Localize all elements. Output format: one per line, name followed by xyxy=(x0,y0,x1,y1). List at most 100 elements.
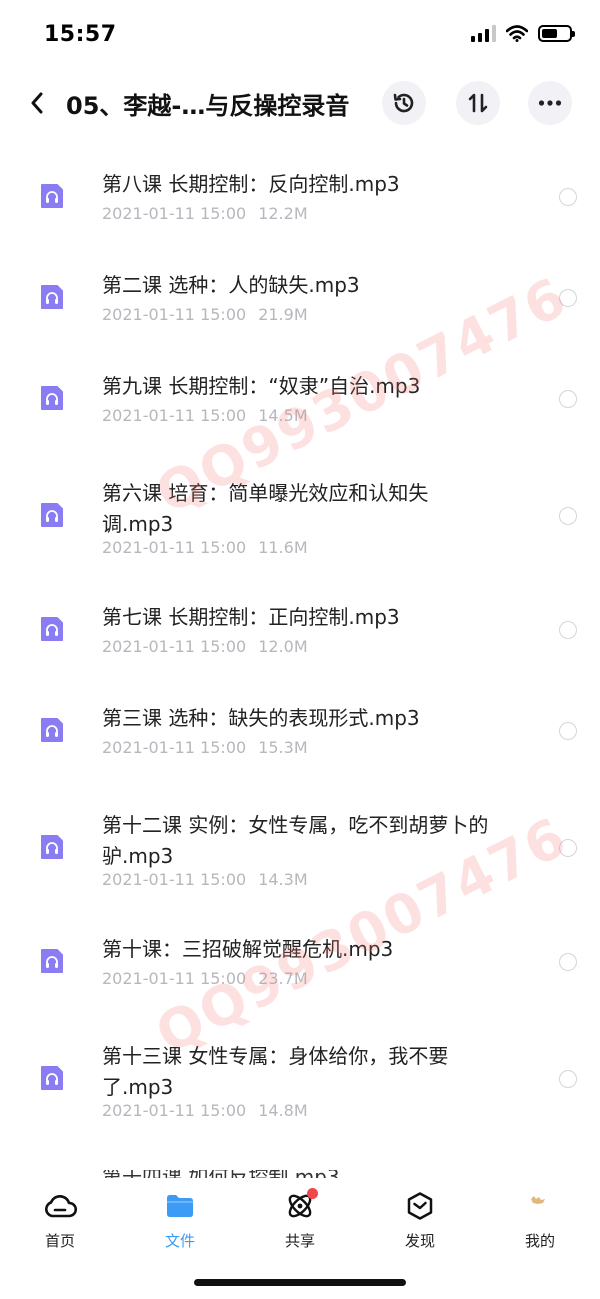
more-icon xyxy=(538,100,562,106)
tab-bar: 首页 文件 共享 发现 我的 xyxy=(0,1178,600,1258)
file-size: 23.7M xyxy=(258,969,308,988)
select-radio[interactable] xyxy=(559,722,577,740)
tab-files[interactable]: 文件 xyxy=(140,1188,220,1252)
file-date: 2021-01-11 15:00 xyxy=(102,738,247,757)
file-meta: 2021-01-11 15:00 14.8M xyxy=(102,1101,320,1120)
history-button[interactable] xyxy=(382,81,426,125)
page-title: 05、李越-…与反操控录音 xyxy=(66,92,350,120)
file-row[interactable]: 第二课 选种：人的缺失.mp3 2021-01-11 15:00 21.9M xyxy=(0,235,600,336)
file-size: 15.3M xyxy=(258,738,308,757)
file-meta: 2021-01-11 15:00 14.5M xyxy=(102,406,320,425)
audio-file-icon xyxy=(41,503,63,527)
status-icons xyxy=(471,24,575,42)
notification-badge xyxy=(307,1188,318,1199)
file-date: 2021-01-11 15:00 xyxy=(102,538,247,557)
file-row[interactable]: 第六课 培育：简单曝光效应和认知失调.mp3 2021-01-11 15:00 1… xyxy=(0,437,600,567)
audio-file-icon xyxy=(41,184,63,208)
file-size: 11.6M xyxy=(258,538,308,557)
status-time: 15:57 xyxy=(44,22,117,47)
file-meta: 2021-01-11 15:00 11.6M xyxy=(102,538,320,557)
file-name: 第十二课 实例：女性专属，吃不到胡萝卜的驴.mp3 xyxy=(102,813,489,868)
tab-label: 文件 xyxy=(164,1232,195,1250)
back-button[interactable] xyxy=(22,86,52,120)
file-date: 2021-01-11 15:00 xyxy=(102,969,247,988)
sort-button[interactable] xyxy=(456,81,500,125)
chevron-left-icon xyxy=(31,92,43,114)
file-size: 21.9M xyxy=(258,305,308,324)
audio-file-icon xyxy=(41,617,63,641)
select-radio[interactable] xyxy=(559,839,577,857)
select-radio[interactable] xyxy=(559,289,577,307)
file-name: 第二课 选种：人的缺失.mp3 xyxy=(102,273,360,297)
file-size: 12.2M xyxy=(258,204,308,223)
audio-file-icon xyxy=(41,386,63,410)
audio-file-icon xyxy=(41,285,63,309)
file-meta: 2021-01-11 15:00 21.9M xyxy=(102,305,320,324)
file-meta: 2021-01-11 15:00 12.0M xyxy=(102,637,320,656)
compass-icon xyxy=(402,1188,438,1224)
more-button[interactable] xyxy=(528,81,572,125)
file-name: 第十三课 女性专属：身体给你，我不要了.mp3 xyxy=(102,1044,449,1099)
tab-label: 共享 xyxy=(284,1232,315,1250)
audio-file-icon xyxy=(41,949,63,973)
file-meta: 2021-01-11 15:00 12.2M xyxy=(102,204,320,223)
select-radio[interactable] xyxy=(559,507,577,525)
file-date: 2021-01-11 15:00 xyxy=(102,1101,247,1120)
file-name: 第十四课 如何反控制.mp3 xyxy=(102,1170,512,1178)
wifi-icon xyxy=(506,24,528,42)
file-row[interactable]: 第十二课 实例：女性专属，吃不到胡萝卜的驴.mp3 2021-01-11 15:… xyxy=(0,769,600,899)
file-size: 14.8M xyxy=(258,1101,308,1120)
file-name: 第八课 长期控制：反向控制.mp3 xyxy=(102,172,400,196)
file-name: 第三课 选种：缺失的表现形式.mp3 xyxy=(102,706,420,730)
audio-file-icon xyxy=(41,835,63,859)
file-size: 14.5M xyxy=(258,406,308,425)
select-radio[interactable] xyxy=(559,953,577,971)
tab-label: 首页 xyxy=(44,1232,75,1250)
file-name: 第六课 培育：简单曝光效应和认知失调.mp3 xyxy=(102,481,429,536)
file-date: 2021-01-11 15:00 xyxy=(102,406,247,425)
tab-label: 发现 xyxy=(404,1232,435,1250)
cloud-icon xyxy=(42,1188,78,1224)
file-meta: 2021-01-11 15:00 23.7M xyxy=(102,969,320,988)
file-size: 14.3M xyxy=(258,870,308,889)
sort-icon xyxy=(468,93,488,113)
file-meta: 2021-01-11 15:00 14.3M xyxy=(102,870,320,889)
status-bar: 15:57 xyxy=(0,0,600,72)
history-icon xyxy=(393,93,414,113)
select-radio[interactable] xyxy=(559,621,577,639)
select-radio[interactable] xyxy=(559,188,577,206)
folder-icon xyxy=(162,1188,198,1224)
file-name: 第九课 长期控制：“奴隶”自治.mp3 xyxy=(102,374,421,398)
file-name: 第十课：三招破解觉醒危机.mp3 xyxy=(102,937,394,961)
tab-share[interactable]: 共享 xyxy=(260,1188,340,1252)
file-date: 2021-01-11 15:00 xyxy=(102,305,247,324)
audio-file-icon xyxy=(41,1066,63,1090)
file-size: 12.0M xyxy=(258,637,308,656)
file-row[interactable]: 第三课 选种：缺失的表现形式.mp3 2021-01-11 15:00 15.3M xyxy=(0,668,600,769)
nav-header: 05、李越-…与反操控录音 xyxy=(0,72,600,134)
tab-discover[interactable]: 发现 xyxy=(380,1188,460,1252)
tab-label: 我的 xyxy=(524,1232,555,1250)
home-indicator xyxy=(194,1279,406,1286)
file-row[interactable]: 第七课 长期控制：正向控制.mp3 2021-01-11 15:00 12.0M xyxy=(0,567,600,668)
file-row[interactable]: 第十三课 女性专属：身体给你，我不要了.mp3 2021-01-11 15:00… xyxy=(0,1000,600,1130)
avatar-icon xyxy=(522,1188,558,1224)
file-meta: 2021-01-11 15:00 15.3M xyxy=(102,738,320,757)
select-radio[interactable] xyxy=(559,390,577,408)
audio-file-icon xyxy=(41,718,63,742)
atom-icon xyxy=(282,1188,318,1224)
file-list: 第八课 长期控制：反向控制.mp3 2021-01-11 15:00 12.2M … xyxy=(0,134,600,1178)
file-row[interactable]: 第八课 长期控制：反向控制.mp3 2021-01-11 15:00 12.2M xyxy=(0,134,600,235)
file-date: 2021-01-11 15:00 xyxy=(102,870,247,889)
file-date: 2021-01-11 15:00 xyxy=(102,204,247,223)
file-name: 第七课 长期控制：正向控制.mp3 xyxy=(102,605,400,629)
file-row-partial[interactable]: 第十四课 如何反控制.mp3 xyxy=(0,1170,600,1178)
battery-icon xyxy=(538,24,575,42)
select-radio[interactable] xyxy=(559,1070,577,1088)
file-date: 2021-01-11 15:00 xyxy=(102,637,247,656)
tab-mine[interactable]: 我的 xyxy=(500,1188,580,1252)
cellular-signal-icon xyxy=(471,24,496,42)
file-row[interactable]: 第九课 长期控制：“奴隶”自治.mp3 2021-01-11 15:00 14.5… xyxy=(0,336,600,437)
tab-home[interactable]: 首页 xyxy=(20,1188,100,1252)
file-row[interactable]: 第十课：三招破解觉醒危机.mp3 2021-01-11 15:00 23.7M xyxy=(0,899,600,1000)
